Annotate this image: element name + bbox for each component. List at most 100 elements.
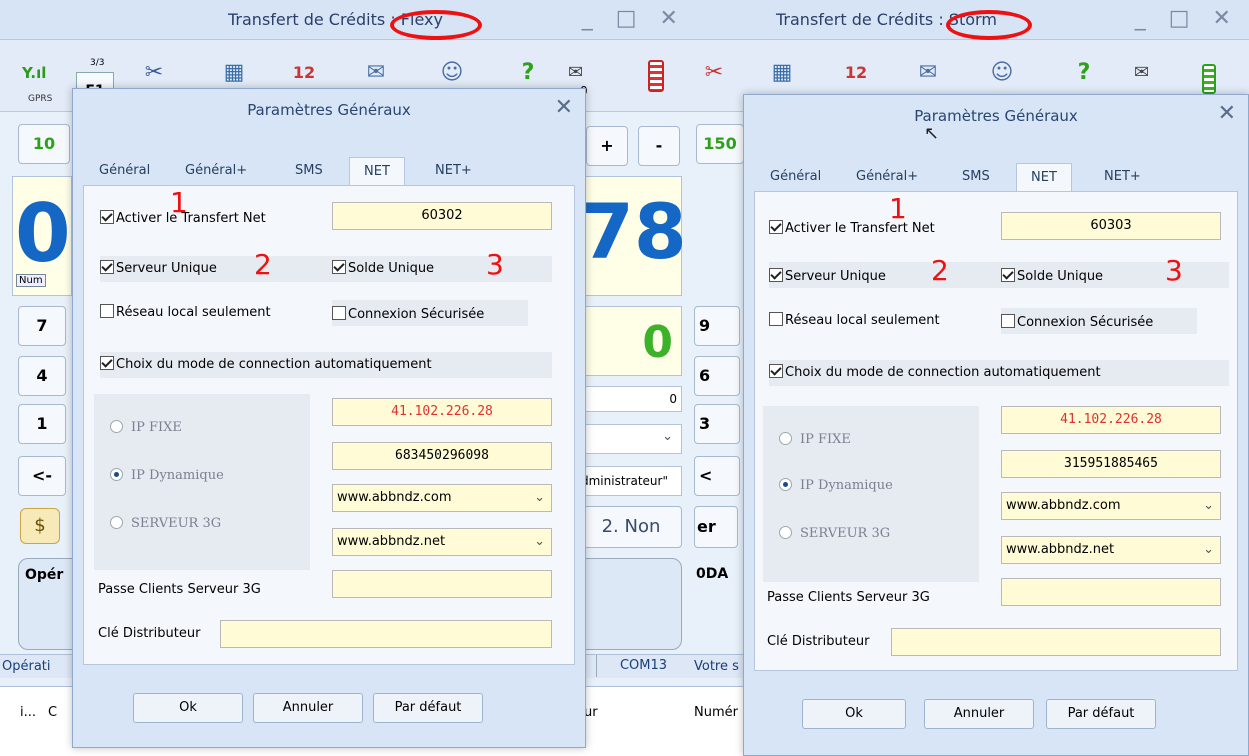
ip-dynamique-label: IP Dynamique [131, 468, 224, 483]
num-label: Num [16, 274, 46, 287]
ip-dynamique-field[interactable]: 315951885465 [1001, 450, 1221, 478]
window-controls[interactable]: _ □ ✕ [1135, 6, 1239, 31]
reseau-local-checkbox[interactable]: Réseau local seulement [769, 312, 940, 328]
tab-net-plus[interactable]: NET+ [435, 163, 472, 178]
choix-mode-checkbox[interactable]: Choix du mode de connection automatiquem… [100, 356, 432, 372]
cle-label: Clé Distributeur [767, 634, 870, 649]
storm-window: Transfert de Crédits : Storm _ □ ✕ ✂ ▦ 1… [694, 0, 1249, 756]
combo-behind[interactable]: ⌄ [580, 424, 682, 454]
choix-mode-checkbox[interactable]: Choix du mode de connection automatiquem… [769, 364, 1101, 380]
close-icon[interactable]: ✕ [555, 95, 573, 120]
users-icon[interactable]: ☺ [982, 54, 1022, 92]
tab-sms[interactable]: SMS [295, 163, 323, 178]
non-button[interactable]: 2. Non [580, 506, 682, 548]
users-icon[interactable]: ☺ [432, 54, 472, 92]
cle-field[interactable] [891, 628, 1221, 656]
checkbox-icon [769, 312, 783, 326]
annotation-3: 3 [1165, 254, 1183, 287]
key-4[interactable]: 4 [18, 356, 66, 396]
serveur-3g-radio[interactable]: SERVEUR 3G [779, 526, 890, 541]
activer-checkbox[interactable]: Activer le Transfert Net [769, 220, 935, 236]
default-button[interactable]: Par défaut [1046, 699, 1156, 729]
ok-button[interactable]: Ok [133, 693, 243, 723]
calculator-icon[interactable]: ▦ [762, 54, 802, 92]
dialog-header: Paramètres Généraux ✕ [73, 89, 585, 131]
grid-col-numero: Numér [694, 705, 738, 720]
choix-mode-label: Choix du mode de connection automatiquem… [785, 365, 1101, 380]
tab-net[interactable]: NET [349, 157, 405, 187]
server1-select[interactable]: www.abbndz.com ⌄ [1001, 492, 1221, 520]
tab-sms[interactable]: SMS [962, 169, 990, 184]
admin-field: dministrateur" [580, 466, 682, 496]
tools-icon[interactable]: ✂ [134, 54, 174, 92]
minus-button[interactable]: - [638, 126, 680, 166]
key-7[interactable]: 7 [18, 306, 66, 346]
activer-field[interactable]: 60303 [1001, 212, 1221, 240]
tab-general-plus[interactable]: Général+ [856, 169, 918, 184]
cle-field[interactable] [220, 620, 552, 648]
help-icon[interactable]: ? [508, 54, 548, 92]
solde-unique-checkbox[interactable]: Solde Unique [1001, 268, 1103, 284]
ip-dynamique-field[interactable]: 683450296098 [332, 442, 552, 470]
server2-select[interactable]: www.abbndz.net ⌄ [332, 528, 552, 556]
key-back[interactable]: < [694, 456, 740, 496]
checkbox-icon [100, 356, 114, 370]
annotation-3: 3 [486, 248, 504, 281]
serveur-3g-radio[interactable]: SERVEUR 3G [110, 516, 221, 531]
ip-dynamique-radio[interactable]: IP Dynamique [110, 468, 224, 483]
connexion-securisee-checkbox[interactable]: Connexion Sécurisée [1001, 314, 1153, 330]
cancel-button[interactable]: Annuler [924, 699, 1034, 729]
solde-unique-checkbox[interactable]: Solde Unique [332, 260, 434, 276]
help-icon[interactable]: ? [1064, 54, 1104, 92]
tab-net-plus[interactable]: NET+ [1104, 169, 1141, 184]
calendar-icon[interactable]: 12 [836, 54, 876, 92]
server1-value: www.abbndz.com [1006, 498, 1121, 513]
key-3[interactable]: 3 [694, 404, 740, 444]
close-icon[interactable]: ✕ [1218, 101, 1236, 126]
operation-label: Opér [25, 567, 64, 583]
ip-fixe-field[interactable]: 41.102.226.28 [332, 398, 552, 426]
tools-icon[interactable]: ✂ [694, 54, 734, 92]
red-highlight-ellipse [946, 10, 1032, 40]
connexion-securisee-label: Connexion Sécurisée [348, 307, 485, 322]
key-6[interactable]: 6 [694, 356, 740, 396]
ip-fixe-field[interactable]: 41.102.226.28 [1001, 406, 1221, 434]
tab-general[interactable]: Général [99, 163, 150, 178]
com-port: COM13 [596, 655, 690, 677]
connexion-securisee-checkbox[interactable]: Connexion Sécurisée [332, 306, 484, 322]
key-1[interactable]: 1 [18, 404, 66, 444]
ok-button[interactable]: Ok [802, 699, 906, 729]
key-9[interactable]: 9 [694, 306, 740, 346]
grid-col-c: C [48, 705, 58, 720]
default-button[interactable]: Par défaut [373, 693, 483, 723]
checkbox-icon [769, 364, 783, 378]
window-controls[interactable]: _ □ ✕ [582, 6, 686, 31]
envelope-open-icon[interactable]: ✉ [356, 54, 396, 92]
passe-field[interactable] [332, 570, 552, 598]
passe-field[interactable] [1001, 578, 1221, 606]
key-backspace[interactable]: <- [18, 456, 66, 496]
reseau-local-checkbox[interactable]: Réseau local seulement [100, 304, 271, 320]
tab-net[interactable]: NET [1016, 163, 1072, 193]
tab-bar: Général Général+ SMS NET NET+ [95, 151, 563, 187]
mail-icon[interactable]: ✉ [1134, 62, 1149, 83]
signal-icon: Y.ıl [22, 64, 47, 82]
activer-field[interactable]: 60302 [332, 202, 552, 230]
tab-general[interactable]: Général [770, 169, 821, 184]
mail-icon[interactable]: ✉ [568, 62, 583, 83]
server1-select[interactable]: www.abbndz.com ⌄ [332, 484, 552, 512]
ip-dynamique-radio[interactable]: IP Dynamique [779, 478, 893, 493]
cancel-button[interactable]: Annuler [253, 693, 363, 723]
plus-button[interactable]: + [586, 126, 628, 166]
er-button[interactable]: er [694, 506, 738, 548]
serveur-unique-checkbox[interactable]: Serveur Unique [100, 260, 217, 276]
server2-select[interactable]: www.abbndz.net ⌄ [1001, 536, 1221, 564]
calendar-icon[interactable]: 12 [284, 54, 324, 92]
envelope-open-icon[interactable]: ✉ [908, 54, 948, 92]
ip-fixe-radio[interactable]: IP FIXE [779, 432, 851, 447]
tab-general-plus[interactable]: Général+ [185, 163, 247, 178]
money-bag-icon[interactable]: $ [20, 508, 60, 544]
ip-fixe-radio[interactable]: IP FIXE [110, 420, 182, 435]
serveur-unique-checkbox[interactable]: Serveur Unique [769, 268, 886, 284]
calculator-icon[interactable]: ▦ [214, 54, 254, 92]
